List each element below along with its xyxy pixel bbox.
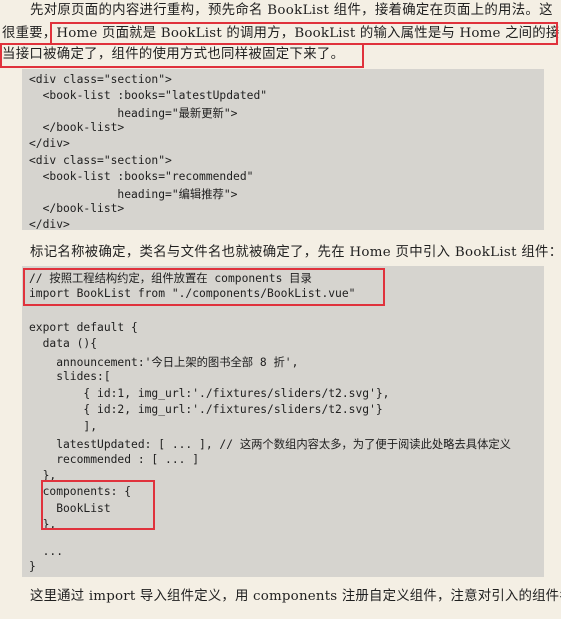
code-line: latestUpdated: [ ... ], // 这两个数组内容太多，为了便… bbox=[29, 438, 511, 451]
code-line: heading="最新更新"> bbox=[29, 107, 238, 120]
paragraph-intro-line1: 先对原页面的内容进行重构，预先命名 BookList 组件，接着确定在页面上的用… bbox=[0, 0, 561, 22]
highlight-box-import bbox=[23, 268, 385, 306]
code-line: heading="编辑推荐"> bbox=[29, 188, 238, 201]
code-line: announcement:'今日上架的图书全部 8 折', bbox=[29, 356, 299, 369]
code-line: <div class="section"> bbox=[29, 154, 172, 167]
code-line: </book-list> bbox=[29, 121, 125, 134]
code-line: { id:1, img_url:'./fixtures/sliders/t2.s… bbox=[29, 387, 390, 400]
code-line: recommended : [ ... ] bbox=[29, 453, 200, 466]
paragraph-explanation-text: 这里通过 import 导入组件定义，用 components 注册自定义组件，… bbox=[30, 589, 561, 604]
code-line: ... bbox=[29, 545, 64, 558]
highlight-box-home-interface bbox=[50, 22, 558, 45]
code-block-template: <div class="section"> <book-list :books=… bbox=[22, 69, 544, 231]
highlight-box-components bbox=[41, 480, 155, 530]
code-block-script: // 按照工程结构约定，组件放置在 components 目录 import B… bbox=[22, 266, 544, 577]
paragraph-explanation: 这里通过 import 导入组件定义，用 components 注册自定义组件，… bbox=[0, 586, 561, 608]
paragraph-intro-line1-text: 先对原页面的内容进行重构，预先命名 BookList 组件，接着确定在页面上的用… bbox=[30, 3, 553, 18]
paragraph-register-text: 标记名称被确定，类名与文件名也就被确定了，先在 Home 页中引入 BookLi… bbox=[30, 245, 561, 260]
code-line: </div> bbox=[29, 218, 70, 231]
code-line: <div class="section"> bbox=[29, 73, 172, 86]
code-line: { id:2, img_url:'./fixtures/sliders/t2.s… bbox=[29, 403, 383, 416]
paragraph-register: 标记名称被确定，类名与文件名也就被确定了，先在 Home 页中引入 BookLi… bbox=[0, 242, 561, 264]
code-line: <book-list :books="recommended" bbox=[29, 170, 254, 183]
code-line: export default { bbox=[29, 321, 138, 334]
code-line: } bbox=[29, 560, 36, 573]
code-line: ], bbox=[29, 420, 98, 433]
code-line: </div> bbox=[29, 137, 70, 150]
code-line: </book-list> bbox=[29, 202, 125, 215]
highlight-box-interface-fixed bbox=[0, 43, 364, 68]
code-line: data (){ bbox=[29, 337, 98, 350]
code-line: <book-list :books="latestUpdated" bbox=[29, 89, 268, 102]
code-line: slides:[ bbox=[29, 370, 111, 383]
